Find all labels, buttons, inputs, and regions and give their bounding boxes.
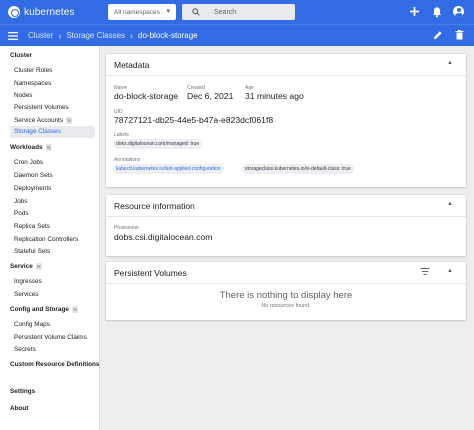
add-icon[interactable] [408, 5, 421, 18]
search-icon [192, 8, 200, 16]
filter-icon[interactable] [420, 267, 430, 276]
delete-trash-icon[interactable] [455, 30, 464, 40]
sidebar-item-jobs[interactable]: Jobs [14, 198, 28, 205]
persistent-volumes-card-title: Persistent Volumes [114, 267, 187, 278]
sidebar-item-stateful-sets[interactable]: Stateful Sets [14, 248, 50, 255]
breadcrumb-cluster[interactable]: Cluster [28, 31, 53, 40]
sidebar-item-replication-controllers[interactable]: Replication Controllers [14, 236, 78, 243]
provisioner-label: Provisioner [114, 225, 140, 231]
sidebar-item-persistent-volumes[interactable]: Persistent Volumes [14, 104, 69, 111]
sidebar-item-services[interactable]: Services [14, 291, 39, 298]
sidebar-item-namespaces[interactable]: Namespaces [14, 80, 51, 87]
sidebar-item-about[interactable]: About [10, 405, 28, 412]
sidebar-heading-service[interactable]: Service N [10, 263, 42, 270]
edit-pencil-icon[interactable] [433, 30, 443, 40]
user-avatar-icon[interactable] [453, 6, 464, 17]
sidebar-item-cron-jobs[interactable]: Cron Jobs [14, 159, 43, 166]
brand-name: kubernetes [24, 6, 75, 18]
namespaced-badge: N [45, 144, 52, 151]
notifications-bell-icon[interactable] [431, 6, 443, 18]
sidebar-nav: Cluster Cluster Roles Namespaces Nodes P… [0, 46, 100, 430]
sidebar-item-storage-classes[interactable]: Storage Classes [10, 126, 95, 138]
namespaced-badge: N [71, 306, 79, 313]
uid-value: 78727121-db25-44e5-b47a-e823dcf061f8 [114, 115, 274, 125]
menu-hamburger-icon[interactable] [8, 31, 18, 40]
metadata-card: Metadata ▲ Name do-block-storage Created… [106, 54, 466, 187]
metadata-card-header[interactable]: Metadata ▲ [106, 54, 466, 76]
annotation-chip-last-applied[interactable]: kubectl.kubernetes.io/last-applied-confi… [113, 164, 224, 174]
chevron-right-icon: › [58, 30, 62, 41]
sidebar-item-secrets[interactable]: Secrets [14, 346, 36, 353]
sidebar-item-nodes[interactable]: Nodes [14, 92, 32, 99]
provisioner-value: dobs.csi.digitalocean.com [114, 232, 213, 242]
sidebar-heading-label: Service [10, 263, 33, 271]
age-value: 31 minutes ago [245, 91, 304, 101]
collapse-chevron-icon[interactable]: ▲ [447, 60, 453, 66]
annotations-label: Annotations [114, 157, 141, 163]
chevron-right-icon: › [130, 30, 134, 41]
resource-information-card-title: Resource information [114, 200, 195, 211]
persistent-volumes-card-header[interactable]: Persistent Volumes ▲ [106, 262, 466, 284]
sidebar-item-pods[interactable]: Pods [14, 210, 29, 217]
sidebar-heading-label: Config and Storage [10, 306, 69, 314]
breadcrumb-current: do-block-storage [138, 31, 198, 40]
sidebar-item-config-maps[interactable]: Config Maps [14, 321, 50, 328]
namespaced-badge: N [66, 117, 73, 124]
resource-information-card: Resource information ▲ Provisioner dobs.… [106, 195, 466, 256]
collapse-chevron-icon[interactable]: ▲ [447, 268, 453, 274]
brand[interactable]: kubernetes [8, 6, 108, 18]
persistent-volumes-card: Persistent Volumes ▲ There is nothing to… [106, 262, 466, 320]
sidebar-heading-custom-resource-definitions[interactable]: Custom Resource Definitions [10, 361, 99, 368]
chevron-down-icon: ▾ [166, 8, 170, 15]
sidebar-item-settings[interactable]: Settings [10, 388, 35, 395]
top-app-bar: kubernetes All namespaces ▾ Search [0, 0, 474, 24]
sidebar-item-daemon-sets[interactable]: Daemon Sets [14, 172, 53, 179]
search-input[interactable]: Search [182, 4, 295, 20]
resource-information-card-header[interactable]: Resource information ▲ [106, 195, 466, 217]
sidebar-item-deployments[interactable]: Deployments [14, 185, 51, 192]
sidebar-heading-workloads[interactable]: Workloads N [10, 144, 52, 151]
kubernetes-logo-icon [8, 6, 20, 18]
namespace-selector-value: All namespaces [114, 8, 160, 16]
sidebar-heading-cluster[interactable]: Cluster [10, 52, 32, 59]
empty-state-subtitle: No resources found. [261, 303, 311, 309]
breadcrumb-storage-classes[interactable]: Storage Classes [66, 31, 125, 40]
sidebar-item-ingresses[interactable]: Ingresses [14, 278, 42, 285]
name-value: do-block-storage [114, 91, 179, 101]
annotation-chip-default-class: storageclass.kubernetes.io/is-default-cl… [242, 164, 354, 174]
sidebar-item-replica-sets[interactable]: Replica Sets [14, 223, 50, 230]
sidebar-heading-config-and-storage[interactable]: Config and Storage N [10, 306, 79, 314]
sidebar-heading-label: Workloads [10, 144, 43, 152]
empty-state-title: There is nothing to display here [219, 290, 353, 301]
sidebar-item-cluster-roles[interactable]: Cluster Roles [14, 67, 52, 74]
created-value: Dec 6, 2021 [187, 91, 234, 101]
labels-label: Labels [114, 132, 129, 138]
search-placeholder: Search [214, 8, 237, 16]
sidebar-item-persistent-volume-claims[interactable]: Persistent Volume Claims [14, 334, 87, 341]
sidebar-item-label: Service Accounts [14, 117, 64, 125]
breadcrumb-bar: Cluster › Storage Classes › do-block-sto… [0, 24, 474, 46]
collapse-chevron-icon[interactable]: ▲ [447, 201, 453, 207]
label-chip: doks.digitalocean.com/managed: true [113, 139, 203, 149]
sidebar-item-service-accounts[interactable]: Service Accounts N [14, 117, 73, 125]
namespace-selector[interactable]: All namespaces ▾ [108, 4, 176, 20]
metadata-card-title: Metadata [114, 59, 150, 70]
namespaced-badge: N [35, 263, 42, 270]
